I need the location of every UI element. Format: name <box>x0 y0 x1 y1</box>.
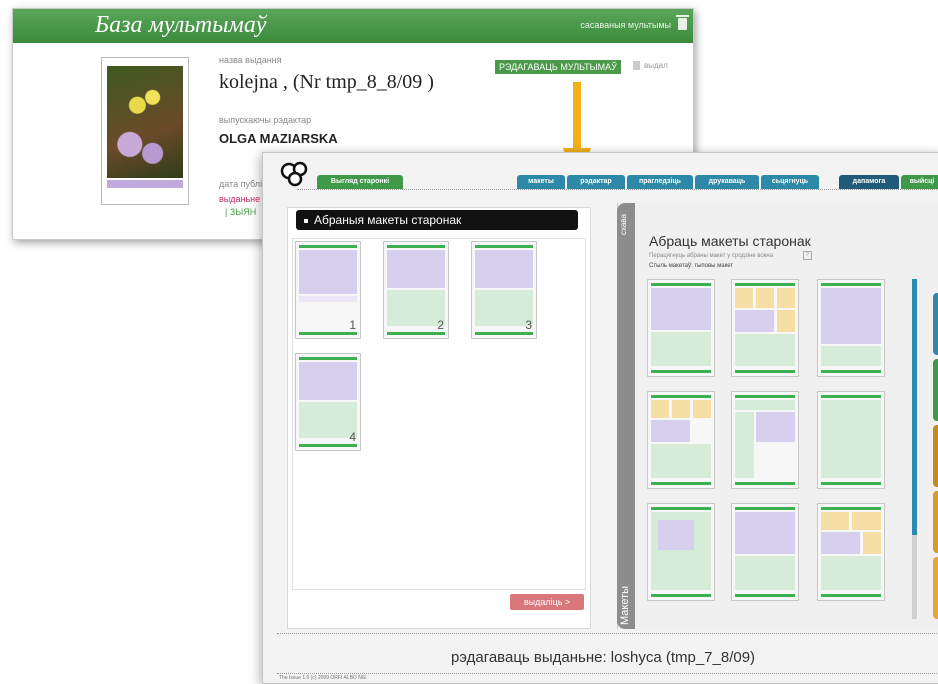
layout-picker-hint: Перацягнуць абраны макет у сродзіне вокн… <box>649 253 774 259</box>
selected-layouts-header: Абраныя макеты старонак <box>296 210 578 230</box>
edit-issue-title: рэдагаваць выданьне: loshyca (tmp_7_8/09… <box>450 649 756 666</box>
layout-option[interactable] <box>647 279 715 377</box>
tab-page-view[interactable]: Выгляд старонкі <box>317 175 403 189</box>
selected-page-thumb[interactable]: 1 <box>295 241 361 339</box>
selected-layouts-list[interactable]: 1 2 3 4 <box>292 238 586 590</box>
layouts-panel-label: Макеты <box>619 585 631 625</box>
cover-photo-crocus <box>107 66 183 178</box>
tab-preview[interactable]: прагледзіць <box>627 175 693 189</box>
selected-page-thumb[interactable]: 2 <box>383 241 449 339</box>
layout-option[interactable] <box>731 503 799 601</box>
help-icon[interactable]: ? <box>803 251 812 260</box>
tab-print[interactable]: друкаваць <box>695 175 759 189</box>
hide-panel-label[interactable]: схава <box>619 214 628 235</box>
footer-divider <box>277 673 938 674</box>
layout-editor-window: Выгляд старонкі макеты рэдактар прагледз… <box>262 152 938 684</box>
layout-option[interactable] <box>731 391 799 489</box>
tab-layouts[interactable]: макеты <box>517 175 565 189</box>
color-tab-green[interactable] <box>933 359 938 421</box>
app-logo-icon <box>280 161 308 187</box>
tab-divider <box>297 189 938 190</box>
color-tab-orange[interactable] <box>933 491 938 553</box>
tab-download[interactable]: сьцягнуць <box>761 175 819 189</box>
layout-option[interactable] <box>647 391 715 489</box>
publisher-name: OLGA MAZIARSKA <box>219 131 338 146</box>
page-number: 4 <box>349 430 356 444</box>
color-tab-blue[interactable] <box>933 293 938 355</box>
delete-button[interactable]: выдаліць > <box>510 594 584 610</box>
selected-page-thumb[interactable]: 3 <box>471 241 537 339</box>
layout-picker-title: Абраць макеты старонак <box>649 233 811 249</box>
selected-layouts-title: Абраныя макеты старонак <box>314 213 462 227</box>
layout-options-grid <box>647 279 913 619</box>
layout-option[interactable] <box>817 279 885 377</box>
delete-link[interactable]: | ЗЫЯН <box>225 207 256 217</box>
selected-page-thumb[interactable]: 4 <box>295 353 361 451</box>
date-label: дата публі <box>219 179 263 189</box>
database-title: База мультымаў <box>95 12 267 38</box>
tab-logout[interactable]: выйсці <box>901 175 938 189</box>
bottom-divider <box>277 633 938 634</box>
color-tab-strip <box>933 293 938 619</box>
selected-layouts-panel: Абраныя макеты старонак 1 2 3 4 выдаліць… <box>287 207 591 629</box>
edit-multimedia-button[interactable]: РЭДАГАВАЦЬ МУЛЬТЫМАЎ <box>495 60 621 74</box>
layout-option[interactable] <box>817 503 885 601</box>
page-number: 2 <box>437 318 444 332</box>
footer-copyright: The Issue 1.0 (c) 2009 ORFI ALBO NIE <box>279 675 367 681</box>
issue-title-label: назва выдання <box>219 55 282 65</box>
trash-icon[interactable] <box>676 15 689 30</box>
publisher-label: выпускаючы рэдактар <box>219 115 312 125</box>
layouts-scrollbar-thumb[interactable] <box>912 279 917 535</box>
layout-option[interactable] <box>817 391 885 489</box>
page-number: 1 <box>349 318 356 332</box>
issue-name: kolejna , (Nr tmp_8_8/09 ) <box>219 71 434 93</box>
color-tab-amber[interactable] <box>933 425 938 487</box>
layout-option[interactable] <box>647 503 715 601</box>
saved-multimedia-link[interactable]: сасаваныя мультымы <box>580 20 671 30</box>
issue-cover-thumbnail[interactable] <box>101 57 189 205</box>
color-tab-orange-light[interactable] <box>933 557 938 619</box>
delete-issue-button[interactable]: выдал <box>633 61 668 70</box>
layout-option[interactable] <box>731 279 799 377</box>
cover-title-band <box>107 180 183 188</box>
layout-style-selector[interactable]: Стыль макетаў: тыповы макет <box>649 263 733 269</box>
tab-help[interactable]: дапамога <box>839 175 899 189</box>
issue-link[interactable]: выданьне с <box>219 194 267 204</box>
page-number: 3 <box>525 318 532 332</box>
database-header: База мультымаў сасаваныя мультымы <box>13 9 693 43</box>
layouts-drawer-tab[interactable] <box>617 203 635 629</box>
tab-editor[interactable]: рэдактар <box>567 175 625 189</box>
